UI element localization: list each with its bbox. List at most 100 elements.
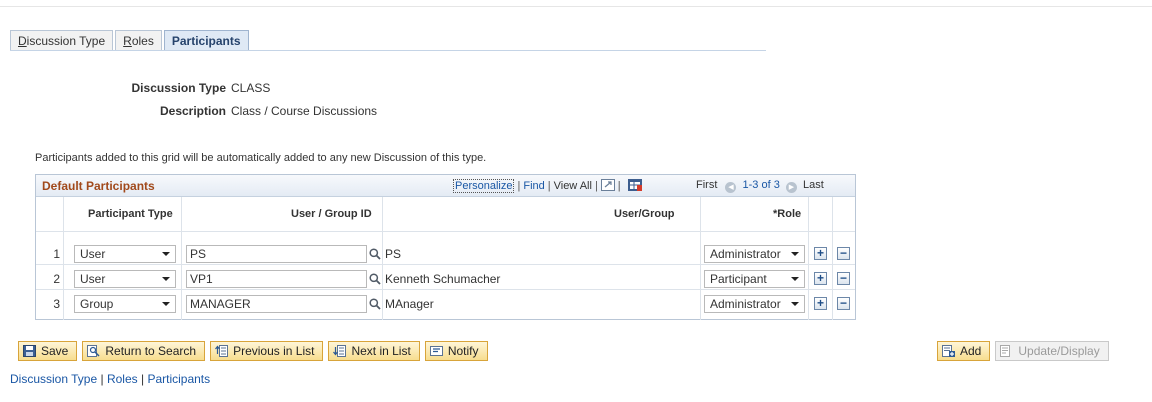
separator: |: [617, 180, 621, 192]
update-page-icon: [1000, 345, 1013, 357]
select-value: Administrator: [710, 247, 781, 261]
discussion-type-value: CLASS: [231, 81, 271, 95]
grid-header-bar: Default Participants Personalize | Find | Vi…: [36, 175, 855, 197]
footer-link-participants[interactable]: Participants: [147, 372, 210, 386]
separator: |: [137, 372, 148, 386]
separator: |: [97, 372, 107, 386]
user-group-id-input[interactable]: MANAGER: [186, 295, 367, 313]
chevron-down-icon: [791, 252, 799, 256]
separator: |: [517, 180, 521, 192]
save-button[interactable]: Save: [18, 341, 78, 361]
col-divider: [181, 197, 182, 320]
tab-accesskey: R: [123, 34, 132, 48]
select-value: Administrator: [710, 297, 781, 311]
magnifier-icon[interactable]: [369, 273, 381, 285]
first-label: First: [696, 179, 718, 191]
chevron-down-icon: [791, 277, 799, 281]
update-display-button[interactable]: Update/Display: [995, 341, 1109, 361]
add-row-button[interactable]: +: [814, 272, 827, 285]
previous-in-list-button[interactable]: Previous in List: [210, 341, 324, 361]
col-divider: [832, 197, 833, 320]
tab-discussion-type[interactable]: Discussion Type: [10, 30, 114, 50]
select-value: User: [80, 272, 106, 286]
footer-links: Discussion Type | Roles | Participants: [10, 372, 210, 386]
row-divider: [36, 264, 855, 265]
chevron-down-icon: [162, 252, 170, 256]
row-number: 1: [53, 247, 60, 261]
col-participant-type: Participant Type: [88, 208, 173, 220]
user-group-id-input[interactable]: VP1: [186, 270, 367, 288]
tab-roles[interactable]: Roles: [115, 30, 162, 50]
floppy-disk-icon: [23, 345, 36, 357]
zoom-icon[interactable]: [600, 179, 615, 194]
tab-label: oles: [131, 34, 154, 48]
previous-list-icon: [215, 345, 229, 357]
add-row-button[interactable]: +: [814, 297, 827, 310]
chevron-down-icon: [162, 277, 170, 281]
last-arrow-icon[interactable]: ▶: [785, 182, 797, 193]
next-in-list-button[interactable]: Next in List: [328, 341, 420, 361]
col-divider: [700, 197, 701, 320]
select-value: User: [80, 247, 106, 261]
notify-button[interactable]: Notify: [424, 341, 488, 361]
participant-type-select[interactable]: User: [74, 270, 176, 288]
previous-in-list-label: Previous in List: [233, 344, 315, 358]
add-button[interactable]: Add: [937, 341, 991, 361]
first-arrow-icon[interactable]: ◀: [725, 182, 737, 193]
save-label: Save: [41, 344, 69, 358]
user-group-name: MAnager: [385, 297, 434, 311]
role-select[interactable]: Administrator: [704, 295, 805, 313]
col-divider: [382, 197, 383, 320]
magnifier-icon[interactable]: [369, 248, 381, 260]
range-text: 1-3 of 3: [742, 179, 780, 191]
notify-icon: [429, 345, 443, 357]
return-to-search-button[interactable]: Return to Search: [82, 341, 206, 361]
update-display-label: Update/Display: [1018, 344, 1100, 358]
user-group-id-input[interactable]: PS: [186, 245, 367, 263]
last-label: Last: [802, 179, 824, 191]
personalize-link[interactable]: Personalize: [453, 179, 515, 193]
magnifier-icon[interactable]: [369, 298, 381, 310]
description-label: Description: [159, 104, 226, 118]
default-participants-grid: Default Participants Personalize | Find | Vi…: [35, 174, 856, 320]
row-divider: [36, 289, 855, 290]
col-role: *Role: [773, 208, 802, 220]
participant-type-select[interactable]: User: [74, 245, 176, 263]
chevron-down-icon: [791, 302, 799, 306]
select-value: Participant: [710, 272, 767, 286]
separator: |: [547, 180, 551, 192]
delete-row-button[interactable]: −: [837, 272, 850, 285]
grid-pager: First ◀ 1-3 of 3 ▶ Last: [696, 179, 824, 193]
footer-link-roles[interactable]: Roles: [107, 372, 138, 386]
separator: |: [594, 180, 598, 192]
participant-type-select[interactable]: Group: [74, 295, 176, 313]
grid-nav: Personalize | Find | View All | |: [453, 179, 642, 194]
col-user-group: User/Group: [614, 208, 675, 220]
find-link[interactable]: Find: [523, 180, 544, 192]
description-value: Class / Course Discussions: [231, 104, 378, 118]
add-page-icon: [942, 345, 955, 357]
row-number: 2: [53, 272, 60, 286]
next-list-icon: [333, 345, 347, 357]
delete-row-button[interactable]: −: [837, 247, 850, 260]
role-select[interactable]: Participant: [704, 270, 805, 288]
footer-link-discussion-type[interactable]: Discussion Type: [10, 372, 97, 386]
tab-underline: [10, 50, 766, 51]
tab-participants[interactable]: Participants: [163, 30, 249, 50]
tab-label: iscussion Type: [26, 34, 106, 48]
download-grid-icon[interactable]: [627, 179, 642, 194]
role-select[interactable]: Administrator: [704, 245, 805, 263]
add-row-button[interactable]: +: [814, 247, 827, 260]
delete-row-button[interactable]: −: [837, 297, 850, 310]
add-label: Add: [960, 344, 982, 358]
view-all-link[interactable]: View All: [554, 180, 592, 192]
user-group-name: Kenneth Schumacher: [385, 272, 501, 286]
row-divider: [36, 231, 855, 232]
col-divider: [63, 197, 64, 320]
row-number: 3: [53, 297, 60, 311]
return-to-search-label: Return to Search: [105, 344, 197, 358]
page-toolbar: Save Return to Search Previous in List N…: [18, 341, 493, 361]
notify-label: Notify: [447, 344, 479, 358]
user-group-name: PS: [385, 247, 402, 261]
col-user-group-id: User / Group ID: [291, 208, 372, 220]
